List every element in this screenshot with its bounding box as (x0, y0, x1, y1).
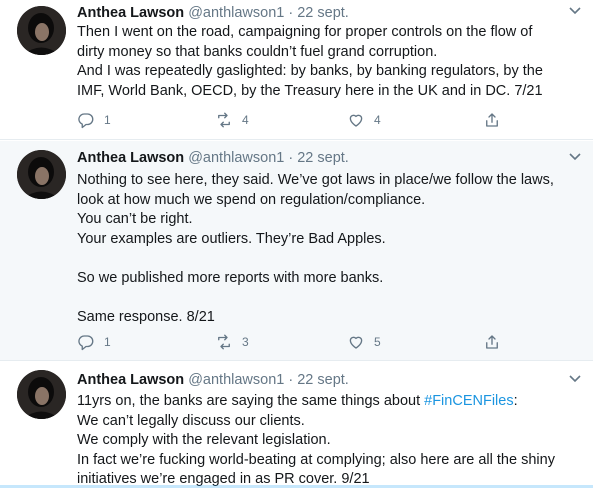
tweet-line: You can’t be right. (77, 211, 193, 227)
tweet-actions: 1 3 5 (77, 332, 507, 352)
tweet-line: We can’t legally discuss our clients. (77, 412, 305, 429)
chevron-down-icon[interactable] (568, 374, 582, 384)
tweet-8-of-21[interactable]: Anthea Lawson @anthlawson1 · 22 sept. No… (0, 141, 593, 361)
retweet-icon (218, 112, 230, 128)
tweet-text-segment: : (513, 393, 518, 409)
retweet-count: 3 (242, 335, 249, 349)
tweet-date[interactable]: 22 sept. (297, 5, 349, 21)
avatar[interactable] (17, 370, 66, 419)
tweet-header: Anthea Lawson @anthlawson1 · 22 sept. (77, 4, 349, 23)
tweet-text: Then I went on the road, campaigning for… (77, 23, 582, 101)
avatar[interactable] (17, 6, 66, 55)
like-button[interactable]: 5 (347, 332, 381, 352)
tweet-date[interactable]: 22 sept. (297, 150, 349, 166)
separator-dot: · (288, 5, 294, 21)
share-button[interactable] (483, 332, 501, 352)
tweet-header: Anthea Lawson @anthlawson1 · 22 sept. (77, 149, 349, 168)
separator-dot: · (288, 150, 294, 166)
retweet-button[interactable]: 4 (215, 110, 249, 130)
retweet-button[interactable]: 3 (215, 332, 249, 352)
chevron-down-icon[interactable] (568, 152, 582, 162)
like-count: 5 (374, 335, 381, 349)
avatar-image (17, 150, 66, 199)
tweet-line: In fact we’re fucking world-beating at c… (77, 451, 555, 468)
tweet-line: Nothing to see here, they said. We’ve go… (77, 172, 554, 188)
author-handle[interactable]: @anthlawson1 (188, 150, 284, 166)
reply-button[interactable]: 1 (77, 110, 111, 130)
chevron-down-icon[interactable] (568, 6, 582, 16)
tweet-line: look at how much we spend on regulation/… (77, 191, 426, 208)
heart-icon (349, 114, 363, 127)
reply-button[interactable]: 1 (77, 332, 111, 352)
hashtag-link[interactable]: #FinCENFiles (424, 393, 513, 409)
author-handle[interactable]: @anthlawson1 (188, 372, 284, 388)
tweet-line: And I was repeatedly gaslighted: by bank… (77, 63, 543, 79)
tweet-line: dirty money so that banks couldn’t fuel … (77, 43, 438, 60)
reply-count: 1 (104, 335, 111, 349)
avatar-image (17, 6, 66, 55)
tweet-date[interactable]: 22 sept. (297, 372, 349, 388)
tweet-header: Anthea Lawson @anthlawson1 · 22 sept. (77, 371, 349, 390)
like-count: 4 (374, 113, 381, 127)
reply-count: 1 (104, 113, 111, 127)
separator-dot: · (288, 372, 294, 388)
avatar-image (17, 370, 66, 419)
tweet-line: Your examples are outliers. They’re Bad … (77, 230, 386, 247)
tweet-line: So we published more reports with more b… (77, 269, 384, 286)
reply-icon (78, 335, 94, 351)
share-icon (486, 113, 498, 127)
tweet-line: Same response. 8/21 (77, 308, 215, 325)
heart-icon (349, 336, 363, 349)
tweet-text: Nothing to see here, they said. We’ve go… (77, 171, 582, 327)
tweet-line: We comply with the relevant legislation. (77, 432, 331, 448)
tweet-7-of-21[interactable]: Anthea Lawson @anthlawson1 · 22 sept. Th… (0, 0, 593, 140)
tweet-line: 11yrs on, the banks are saying the same … (77, 392, 582, 412)
tweet-line (77, 288, 582, 308)
tweet-line: IMF, World Bank, OECD, by the Treasury h… (77, 82, 543, 99)
share-icon (486, 335, 498, 349)
author-handle[interactable]: @anthlawson1 (188, 5, 284, 21)
retweet-count: 4 (242, 113, 249, 127)
tweet-text: 11yrs on, the banks are saying the same … (77, 392, 582, 488)
reply-icon (78, 113, 94, 129)
avatar[interactable] (17, 150, 66, 199)
tweet-line: Then I went on the road, campaigning for… (77, 24, 533, 40)
tweet-text-segment: 11yrs on, the banks are saying the same … (77, 393, 425, 409)
tweet-line (77, 249, 582, 269)
tweet-actions: 1 4 4 (77, 110, 507, 130)
tweet-9-of-21[interactable]: Anthea Lawson @anthlawson1 · 22 sept. 11… (0, 362, 593, 488)
like-button[interactable]: 4 (347, 110, 381, 130)
retweet-icon (218, 334, 230, 350)
author-name[interactable]: Anthea Lawson (77, 5, 184, 21)
author-name[interactable]: Anthea Lawson (77, 372, 184, 388)
share-button[interactable] (483, 110, 501, 130)
author-name[interactable]: Anthea Lawson (77, 150, 184, 166)
